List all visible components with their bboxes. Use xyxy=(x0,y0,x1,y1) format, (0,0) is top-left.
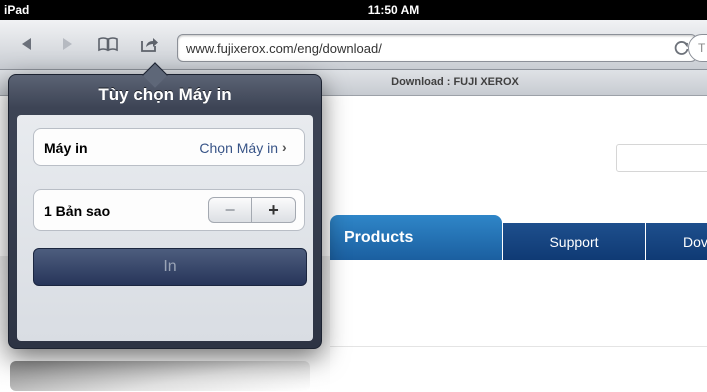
browser-toolbar: www.fujixerox.com/eng/download/ T xyxy=(0,20,707,70)
status-bar: iPad 11:50 AM xyxy=(0,0,707,20)
share-button[interactable] xyxy=(134,29,164,59)
address-bar[interactable]: www.fujixerox.com/eng/download/ xyxy=(177,34,697,62)
increment-button[interactable]: + xyxy=(252,198,295,222)
decrement-button[interactable]: − xyxy=(209,198,252,222)
tab-title[interactable]: Download : FUJI XEROX xyxy=(330,76,580,88)
back-arrow-icon xyxy=(22,38,31,50)
url-text: www.fujixerox.com/eng/download/ xyxy=(186,41,382,56)
back-button[interactable] xyxy=(12,29,42,59)
bookmarks-button[interactable] xyxy=(93,29,123,59)
copies-stepper[interactable]: − + xyxy=(208,197,296,223)
divider xyxy=(330,346,707,347)
clock: 11:50 AM xyxy=(367,3,420,17)
nav-tab-products[interactable]: Products xyxy=(330,215,502,260)
copies-row: 1 Bản sao − + xyxy=(33,189,305,231)
nav-tab-download[interactable]: Dov xyxy=(646,223,707,260)
site-search-input[interactable] xyxy=(616,144,707,172)
print-button[interactable]: In xyxy=(33,248,307,286)
printer-select-row[interactable]: Máy in Chọn Máy in › xyxy=(33,128,305,166)
forward-arrow-icon xyxy=(63,38,72,50)
copies-label: 1 Bản sao xyxy=(44,203,111,219)
print-options-popover: Tùy chọn Máy in Máy in Chọn Máy in › 1 B… xyxy=(8,62,322,349)
forward-button[interactable] xyxy=(52,29,82,59)
popover-title: Tùy chọn Máy in xyxy=(98,85,232,104)
share-icon xyxy=(141,38,158,52)
page-banner-image xyxy=(10,361,310,391)
bookmarks-icon xyxy=(98,37,118,52)
search-placeholder: T xyxy=(698,41,706,55)
nav-tab-support[interactable]: Support xyxy=(503,223,645,260)
printer-value: Chọn Máy in xyxy=(199,140,278,156)
popover-body: Máy in Chọn Máy in › 1 Bản sao − + In xyxy=(17,115,313,341)
printer-label: Máy in xyxy=(44,140,88,156)
chevron-right-icon: › xyxy=(282,139,287,155)
